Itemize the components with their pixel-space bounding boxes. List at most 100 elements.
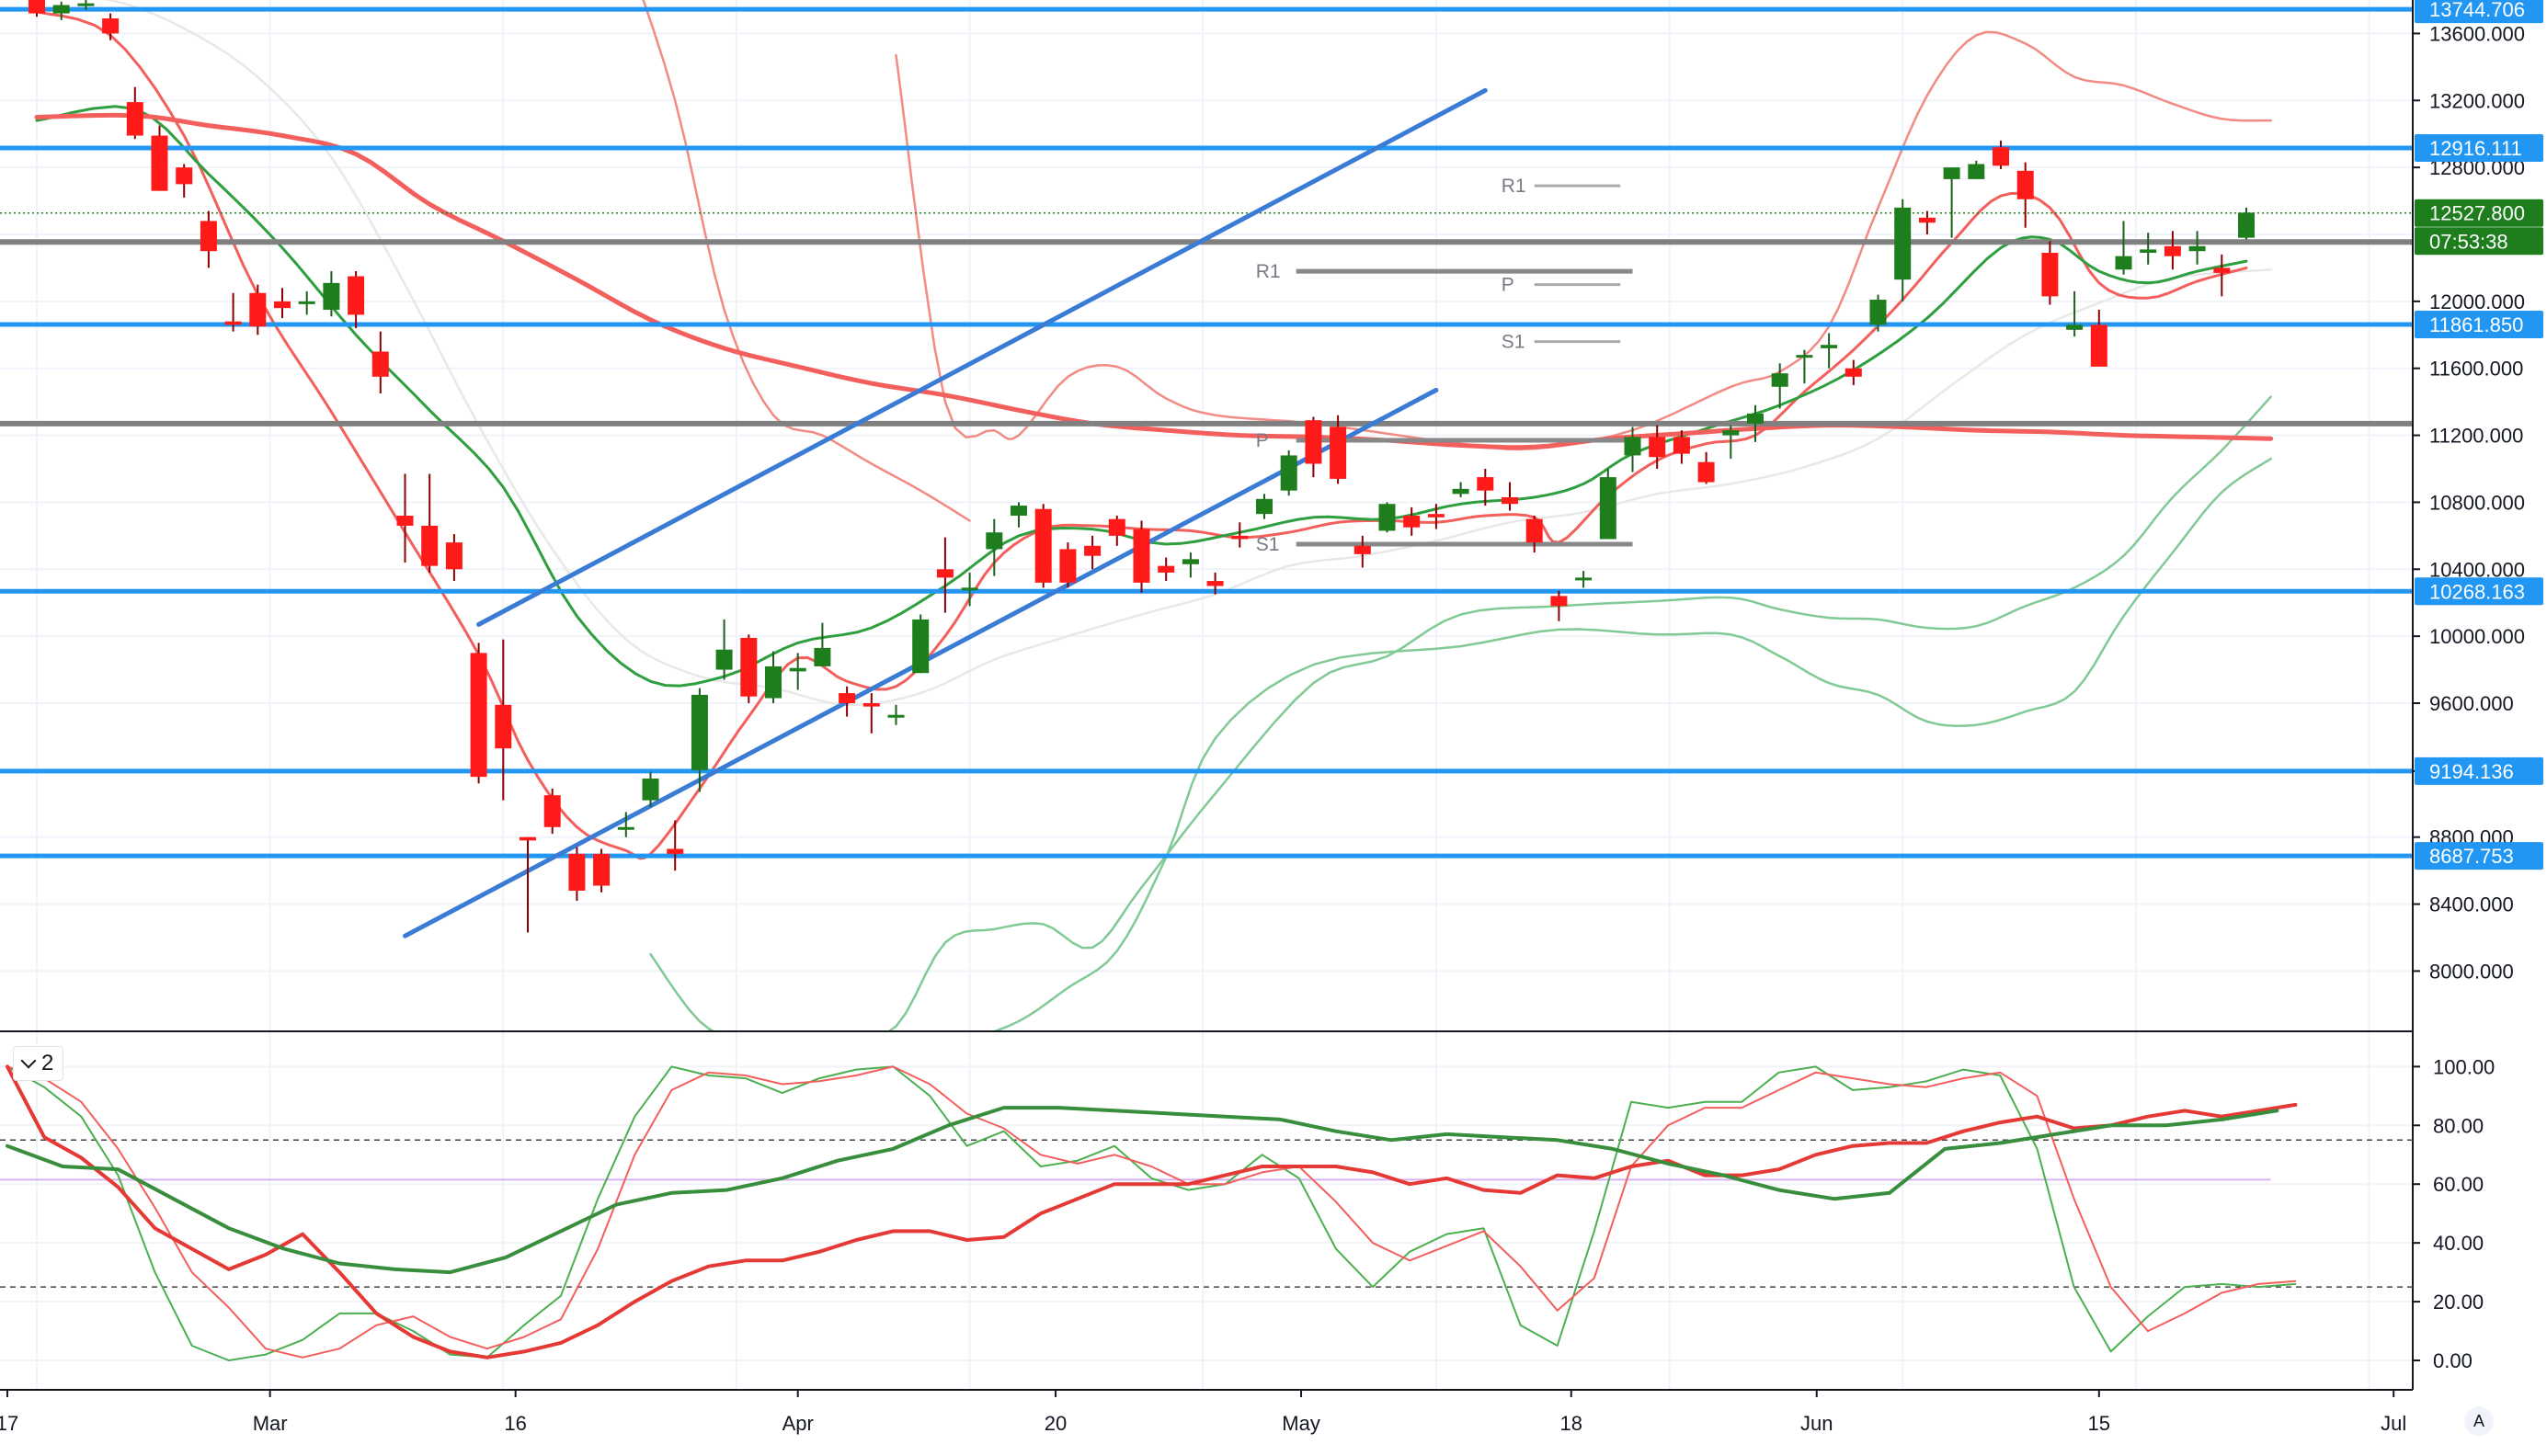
candle-body: [1722, 430, 1740, 436]
candle-body: [126, 102, 143, 136]
candle-body: [224, 321, 242, 325]
candle-body: [2066, 324, 2084, 330]
candle-body: [667, 848, 684, 854]
candle-body: [642, 778, 659, 801]
price-tick-label: 13200.000: [2429, 89, 2525, 112]
candle-body: [2115, 256, 2132, 270]
candle: [2188, 231, 2206, 265]
osc-tick-label: 40.00: [2433, 1232, 2484, 1255]
candle: [1624, 427, 1641, 472]
candle-body: [274, 301, 291, 309]
candle: [1108, 516, 1125, 546]
auto-scale-button[interactable]: A: [2464, 1406, 2494, 1436]
candle-body: [2188, 245, 2206, 252]
candle: [1796, 349, 1813, 384]
time-tick-label: 20: [1045, 1412, 1067, 1435]
indicator-pane-legend-label: 2: [41, 1051, 54, 1075]
candle: [1158, 557, 1175, 582]
candle-body: [1330, 427, 1347, 479]
candle-body: [814, 647, 831, 666]
candle-body: [495, 704, 512, 749]
price-tick-label: 12000.000: [2429, 290, 2525, 313]
candle-body: [1353, 545, 1371, 554]
candle-body: [1256, 498, 1273, 515]
time-tick-label: 18: [1560, 1412, 1582, 1435]
time-tick-label: Jul: [2381, 1412, 2406, 1435]
candle: [1452, 482, 1469, 497]
candle-body: [1550, 596, 1568, 607]
time-tick-label: 17: [0, 1412, 18, 1435]
candle: [200, 210, 217, 268]
candle: [274, 288, 291, 319]
candle-body: [2041, 253, 2059, 297]
candle-body: [249, 292, 267, 327]
candle-body: [1845, 368, 1862, 377]
candle-body: [1525, 518, 1543, 543]
time-tick-label: 15: [2088, 1412, 2110, 1435]
candle: [126, 86, 143, 140]
candle-body: [887, 714, 905, 718]
candle: [1502, 482, 1518, 511]
candle: [1256, 494, 1273, 519]
price-tag-label: 11861.850: [2429, 313, 2523, 336]
candle: [1550, 590, 1568, 621]
candle-body: [1084, 545, 1102, 556]
candle: [176, 164, 193, 198]
candle-body: [371, 351, 389, 377]
candle: [445, 534, 463, 582]
price-tick-label: 11200.000: [2429, 425, 2523, 448]
candle-body: [1158, 565, 1175, 573]
pivot-label: S1: [1502, 332, 1525, 353]
candle: [151, 125, 168, 191]
trading-chart[interactable]: R1PS1R1PS113600.00013200.00012800.000120…: [0, 0, 2547, 1456]
candles: [29, 0, 2255, 933]
candle: [986, 518, 1003, 576]
candle-body: [1649, 437, 1666, 458]
candle-body: [1305, 420, 1322, 464]
candle: [495, 639, 512, 801]
candle: [1993, 141, 2009, 169]
candle-body: [862, 703, 880, 707]
candle-body: [986, 532, 1003, 550]
candle: [1059, 542, 1077, 588]
candle: [1403, 506, 1421, 536]
candle: [715, 619, 733, 680]
indicator-pane-legend[interactable]: 2: [13, 1046, 64, 1081]
candle: [593, 848, 611, 893]
time-axis: 17Mar16Apr20May18Jun15Jul13: [0, 1389, 2413, 1435]
time-tick-label: 16: [504, 1412, 526, 1435]
candle: [2115, 221, 2132, 275]
price-tag-label: 12916.111: [2429, 137, 2522, 160]
candle-body: [77, 3, 95, 6]
rsi_smoothed-line: [6, 1106, 2279, 1275]
candle-body: [1673, 437, 1690, 454]
candle-body: [740, 637, 758, 697]
candle-body: [1403, 516, 1421, 528]
candle-body: [176, 167, 193, 185]
candle-body: [1502, 496, 1518, 505]
candle: [520, 836, 536, 933]
candle-body: [1477, 477, 1494, 491]
price-tag-label: 07:53:38: [2429, 230, 2508, 253]
price-tag-label: 13744.706: [2429, 0, 2525, 21]
candle: [1525, 516, 1543, 553]
candle: [1943, 167, 1960, 238]
candle: [1133, 520, 1150, 593]
osc-tick-label: 60.00: [2433, 1173, 2484, 1196]
candle-body: [1378, 504, 1396, 531]
candle: [1084, 535, 1102, 570]
candle-body: [1624, 437, 1641, 456]
candle-body: [715, 649, 733, 670]
candle-body: [568, 853, 586, 891]
candle: [348, 271, 365, 328]
price-tag-label: 12527.800: [2429, 202, 2525, 225]
candle-body: [1133, 529, 1150, 583]
price-tick-label: 8400.000: [2429, 893, 2514, 916]
price-tick-label: 9600.000: [2429, 692, 2514, 715]
time-tick-label: Mar: [253, 1412, 288, 1435]
candle-body: [1059, 549, 1077, 583]
time-tick-label: May: [1282, 1412, 1320, 1435]
chevron-down-icon[interactable]: [20, 1052, 37, 1069]
candle-body: [1697, 461, 1715, 483]
candle: [1280, 449, 1297, 496]
